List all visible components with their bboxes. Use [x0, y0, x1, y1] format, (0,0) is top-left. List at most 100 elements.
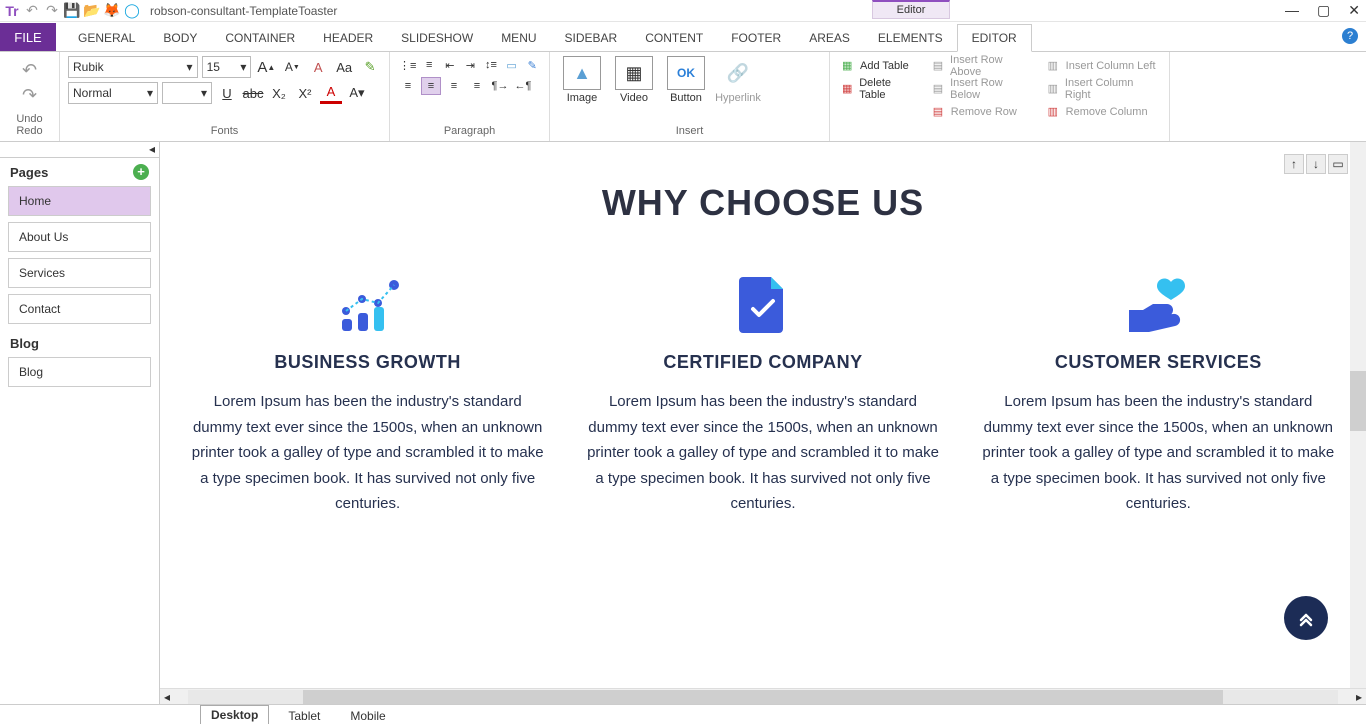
insert-col-right-button[interactable]: ▥Insert Column Right — [1044, 79, 1161, 99]
insert-button-button[interactable]: OK Button — [662, 56, 710, 104]
vertical-scrollbar[interactable] — [1350, 142, 1366, 688]
align-center-icon[interactable]: ≡ — [421, 77, 441, 95]
open-icon[interactable]: 📂 — [84, 3, 100, 19]
sidebar: ◂ Pages + Home About Us Services Contact… — [0, 142, 160, 704]
grow-font-icon[interactable]: A▲ — [255, 56, 277, 78]
pages-header: Pages + — [0, 158, 159, 186]
justify-icon[interactable]: ≡ — [467, 77, 487, 95]
browser-icon[interactable]: ◯ — [124, 3, 140, 19]
tab-areas[interactable]: AREAS — [795, 25, 864, 51]
insert-image-button[interactable]: ▲ Image — [558, 56, 606, 104]
file-tab[interactable]: FILE — [0, 23, 56, 51]
rtl-icon[interactable]: ¶→ — [490, 77, 510, 95]
canvas[interactable]: ↑ ↓ ▭ WHY CHOOSE US BUSINESS GROWTH Lore… — [160, 142, 1366, 688]
style-select[interactable]: Normal▾ — [68, 82, 158, 104]
minimize-button[interactable]: — — [1285, 2, 1299, 19]
tab-body[interactable]: BODY — [149, 25, 211, 51]
editor-context-badge: Editor — [872, 0, 950, 19]
sidebar-page-home[interactable]: Home — [8, 186, 151, 216]
firefox-icon[interactable]: 🦊 — [104, 3, 120, 19]
column-3[interactable]: CUSTOMER SERVICES Lorem Ipsum has been t… — [971, 274, 1346, 517]
clear-format-icon[interactable]: A — [307, 56, 329, 78]
maximize-button[interactable]: ▢ — [1317, 2, 1330, 19]
align-right-icon[interactable]: ≡ — [444, 77, 464, 95]
tab-slideshow[interactable]: SLIDESHOW — [387, 25, 487, 51]
tab-content[interactable]: CONTENT — [631, 25, 717, 51]
ltr-icon[interactable]: ←¶ — [513, 77, 533, 95]
outdent-icon[interactable]: ⇤ — [441, 56, 459, 74]
bullets-icon[interactable]: ⋮≡ — [398, 56, 417, 74]
tab-container[interactable]: CONTAINER — [211, 25, 309, 51]
save-icon[interactable]: 💾 — [64, 3, 80, 19]
group-label: Undo Redo — [8, 113, 51, 137]
undo-icon[interactable]: ↶ — [24, 3, 40, 19]
help-icon[interactable]: ? — [1342, 28, 1358, 44]
sidebar-blog-item[interactable]: Blog — [8, 357, 151, 387]
insert-col-left-button[interactable]: ▥Insert Column Left — [1044, 56, 1161, 76]
font-family-select[interactable]: Rubik▾ — [68, 56, 198, 78]
numbering-icon[interactable]: ≡ — [420, 56, 438, 74]
insert-row-below-button[interactable]: ▤Insert Row Below — [929, 79, 1036, 99]
sidebar-collapse-button[interactable]: ◂ — [0, 142, 159, 158]
sidebar-page-contact[interactable]: Contact — [8, 294, 151, 324]
close-button[interactable]: ✕ — [1348, 2, 1360, 19]
add-page-button[interactable]: + — [133, 164, 149, 180]
tab-elements[interactable]: ELEMENTS — [864, 25, 957, 51]
typography-select[interactable]: ▾ — [162, 82, 212, 104]
column-text[interactable]: Lorem Ipsum has been the industry's stan… — [575, 389, 950, 517]
column-title[interactable]: BUSINESS GROWTH — [180, 352, 555, 373]
workspace: ◂ Pages + Home About Us Services Contact… — [0, 142, 1366, 704]
strike-icon[interactable]: abc — [242, 82, 264, 104]
sidebar-page-about[interactable]: About Us — [8, 222, 151, 252]
tab-general[interactable]: GENERAL — [64, 25, 149, 51]
redo-icon[interactable]: ↷ — [44, 3, 60, 19]
scroll-to-top-button[interactable] — [1284, 596, 1328, 640]
delete-table-button[interactable]: ▦Delete Table — [838, 79, 921, 99]
column-title[interactable]: CERTIFIED COMPANY — [575, 352, 950, 373]
underline-icon[interactable]: U — [216, 82, 238, 104]
pen-icon[interactable]: ✎ — [523, 56, 541, 74]
align-left-icon[interactable]: ≡ — [398, 77, 418, 95]
border-icon[interactable]: ▭ — [503, 56, 521, 74]
column-2[interactable]: CERTIFIED COMPANY Lorem Ipsum has been t… — [575, 274, 950, 517]
add-table-button[interactable]: ▦Add Table — [838, 56, 921, 76]
superscript-icon[interactable]: X² — [294, 82, 316, 104]
indent-icon[interactable]: ⇥ — [462, 56, 480, 74]
font-color-icon[interactable]: A — [320, 82, 342, 104]
insert-video-button[interactable]: ▦ Video — [610, 56, 658, 104]
move-up-button[interactable]: ↑ — [1284, 154, 1304, 174]
delete-section-button[interactable]: ▭ — [1328, 154, 1348, 174]
section-heading[interactable]: WHY CHOOSE US — [180, 182, 1346, 224]
tab-footer[interactable]: FOOTER — [717, 25, 795, 51]
line-spacing-icon[interactable]: ↕≡ — [482, 56, 500, 74]
view-tablet[interactable]: Tablet — [277, 706, 331, 725]
remove-row-button[interactable]: ▤Remove Row — [929, 102, 1036, 122]
remove-col-button[interactable]: ▥Remove Column — [1044, 102, 1161, 122]
insert-hyperlink-button[interactable]: 🔗 Hyperlink — [714, 56, 762, 104]
column-text[interactable]: Lorem Ipsum has been the industry's stan… — [180, 389, 555, 517]
tab-sidebar[interactable]: SIDEBAR — [551, 25, 632, 51]
shrink-font-icon[interactable]: A▼ — [281, 56, 303, 78]
tab-header[interactable]: HEADER — [309, 25, 387, 51]
undo-button[interactable]: ↶ — [22, 60, 37, 81]
column-text[interactable]: Lorem Ipsum has been the industry's stan… — [971, 389, 1346, 517]
move-down-button[interactable]: ↓ — [1306, 154, 1326, 174]
blog-header: Blog — [0, 330, 159, 357]
tab-editor[interactable]: EDITOR — [957, 24, 1032, 52]
group-undo-redo: ↶ ↷ Undo Redo — [0, 52, 60, 141]
sidebar-page-services[interactable]: Services — [8, 258, 151, 288]
column-1[interactable]: BUSINESS GROWTH Lorem Ipsum has been the… — [180, 274, 555, 517]
redo-button[interactable]: ↷ — [22, 85, 37, 106]
insert-row-above-button[interactable]: ▤Insert Row Above — [929, 56, 1036, 76]
view-mobile[interactable]: Mobile — [339, 706, 396, 725]
group-label: Fonts — [68, 125, 381, 137]
view-desktop[interactable]: Desktop — [200, 705, 269, 724]
tab-menu[interactable]: MENU — [487, 25, 550, 51]
font-size-select[interactable]: 15▾ — [202, 56, 252, 78]
change-case-icon[interactable]: Aa — [333, 56, 355, 78]
highlight-icon[interactable]: ✎ — [359, 56, 381, 78]
column-title[interactable]: CUSTOMER SERVICES — [971, 352, 1346, 373]
subscript-icon[interactable]: X₂ — [268, 82, 290, 104]
more-fonts-icon[interactable]: A▾ — [346, 82, 368, 104]
horizontal-scrollbar[interactable]: ◂▸ — [160, 688, 1366, 704]
